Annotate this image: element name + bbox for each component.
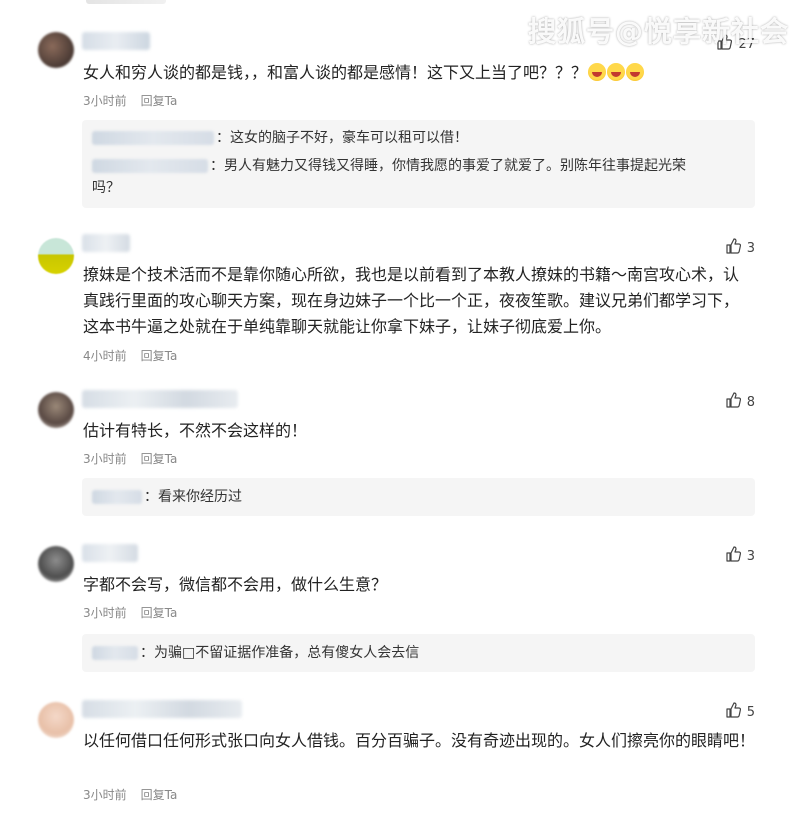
avatar[interactable] [38,702,74,738]
reply-username[interactable] [92,159,208,173]
reply-username[interactable] [92,131,214,145]
reply-button[interactable]: 回复Ta [141,94,178,108]
comment-text: 女人和穷人谈的都是钱，，和富人谈的都是感情！这下又上当了吧？？？ [83,60,763,86]
reply-username[interactable] [92,490,142,504]
like-count: 8 [746,394,755,410]
like-count: 3 [746,240,755,256]
comment-text: 撩妹是个技术活而不是靠你随心所欲，我也是以前看到了本教人撩妹的书籍～南宫攻心术，… [83,265,740,336]
timestamp: 3小时前 [83,606,127,620]
comment-meta: 3小时前 回复Ta [83,786,191,803]
username[interactable] [82,544,138,562]
timestamp: 4小时前 [83,349,127,363]
comment-item: 3 撩妹是个技术活而不是靠你随心所欲，我也是以前看到了本教人撩妹的书籍～南宫攻心… [0,232,803,372]
watermark: 搜狐号@悦享新社会 [527,15,789,48]
avatar[interactable] [38,238,74,274]
like-button[interactable]: 8 [725,392,755,412]
avatar[interactable] [38,392,74,428]
avatar[interactable] [38,32,74,68]
reply-button[interactable]: 回复Ta [141,606,178,620]
reply-item: ：这女的脑子不好，豪车可以租可以借！ [92,126,737,150]
comment-item: 5 以任何借口任何形式张口向女人借钱。百分百骗子。没有奇迹出现的。女人们擦亮你的… [0,698,803,808]
comment-item: 3 字都不会写，微信都不会用，做什么生意？ 3小时前 回复Ta ：为骗□不留证据作… [0,542,803,672]
timestamp: 3小时前 [83,788,127,802]
laughing-emoji-icon [588,63,607,81]
timestamp: 3小时前 [83,452,127,466]
like-count: 5 [746,704,755,720]
comment-text: 以任何借口任何形式张口向女人借钱。百分百骗子。没有奇迹出现的。女人们擦亮你的眼睛… [83,731,756,750]
thumbs-up-icon [725,546,741,566]
reply-button[interactable]: 回复Ta [141,452,178,466]
comment-meta: 3小时前 回复Ta [83,604,191,621]
comment-text: 字都不会写，微信都不会用，做什么生意？ [83,575,388,594]
reply-username[interactable] [92,646,138,660]
username[interactable] [82,234,130,252]
reply-button[interactable]: 回复Ta [141,349,178,363]
previous-comment-remnant [86,0,166,4]
like-button[interactable]: 3 [725,238,755,258]
thumbs-up-icon [725,238,741,258]
avatar[interactable] [38,546,74,582]
laughing-emoji-icon [607,63,626,81]
timestamp: 3小时前 [83,94,127,108]
username[interactable] [82,32,150,50]
comment-item: 27 女人和穷人谈的都是钱，，和富人谈的都是感情！这下又上当了吧？？？ 3小时前… [0,28,803,208]
reply-item: ：为骗□不留证据作准备，总有傻女人会去信 [92,641,737,665]
reply-list: ：看来你经历过 [82,478,755,516]
comment-meta: 3小时前 回复Ta [83,450,191,467]
like-button[interactable]: 3 [725,546,755,566]
reply-item-continuation: 吗？ [92,180,120,196]
comment-text: 估计有特长，不然不会这样的！ [83,421,308,440]
reply-item: ：男人有魅力又得钱又得睡，你情我愿的事爱了就爱了。别陈年往事提起光荣 [92,154,737,178]
thumbs-up-icon [725,702,741,722]
comment-item: 8 估计有特长，不然不会这样的！ 3小时前 回复Ta ：看来你经历过 [0,388,803,518]
reply-list: ：这女的脑子不好，豪车可以租可以借！ ：男人有魅力又得钱又得睡，你情我愿的事爱了… [82,120,755,208]
thumbs-up-icon [725,392,741,412]
reply-item: ：看来你经历过 [92,485,737,509]
like-button[interactable]: 5 [725,702,755,722]
username[interactable] [82,390,238,408]
reply-button[interactable]: 回复Ta [141,788,178,802]
comment-meta: 3小时前 回复Ta [83,92,191,109]
comment-meta: 4小时前 回复Ta [83,347,191,364]
laughing-emoji-icon [626,63,645,81]
username[interactable] [82,700,242,718]
like-count: 3 [746,548,755,564]
reply-list: ：为骗□不留证据作准备，总有傻女人会去信 [82,634,755,672]
